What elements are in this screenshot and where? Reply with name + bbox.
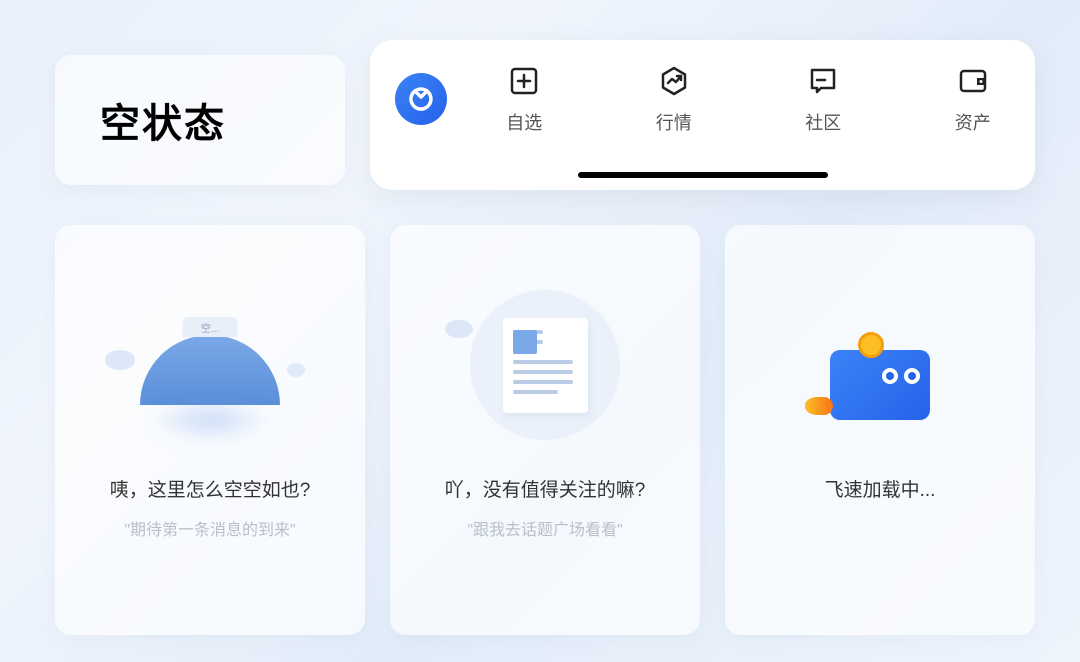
- nav-label: 自选: [506, 109, 542, 135]
- chat-box-icon: [807, 65, 839, 97]
- page-title: 空状态: [100, 91, 226, 149]
- card-subtitle: "跟我去话题广场看看": [467, 516, 622, 540]
- card-title: 咦，这里怎么空空如也?: [110, 475, 311, 502]
- empty-news-illustration: [455, 280, 635, 450]
- app-logo-icon[interactable]: [395, 73, 447, 125]
- empty-state-card-messages: 空... 咦，这里怎么空空如也? "期待第一条消息的到来": [55, 225, 365, 635]
- nav-label: 社区: [805, 109, 841, 135]
- wallet-box-icon: [957, 65, 989, 97]
- nav-item-assets[interactable]: 资产: [955, 65, 991, 135]
- nav-item-market[interactable]: 行情: [656, 65, 692, 135]
- title-card: 空状态: [55, 55, 345, 185]
- plus-box-icon: [508, 65, 540, 97]
- nav-item-community[interactable]: 社区: [805, 65, 841, 135]
- chart-hex-icon: [658, 65, 690, 97]
- illustration-label: 空...: [183, 317, 238, 337]
- empty-state-card-topics: 吖，没有值得关注的嘛? "跟我去话题广场看看": [390, 225, 700, 635]
- nav-items: 自选 行情 社区 资产: [487, 65, 1010, 135]
- card-title: 吖，没有值得关注的嘛?: [445, 475, 646, 502]
- nav-item-watchlist[interactable]: 自选: [506, 65, 542, 135]
- cards-row: 空... 咦，这里怎么空空如也? "期待第一条消息的到来": [55, 225, 1035, 635]
- nav-label: 行情: [656, 109, 692, 135]
- loading-robot-illustration: [790, 280, 970, 450]
- empty-dome-illustration: 空...: [120, 280, 300, 450]
- empty-state-card-loading: 飞速加载中...: [725, 225, 1035, 635]
- nav-label: 资产: [955, 109, 991, 135]
- card-subtitle: "期待第一条消息的到来": [124, 516, 295, 540]
- home-indicator: [578, 172, 828, 178]
- nav-bar: 自选 行情 社区 资产: [370, 40, 1035, 190]
- card-title: 飞速加载中...: [825, 475, 936, 502]
